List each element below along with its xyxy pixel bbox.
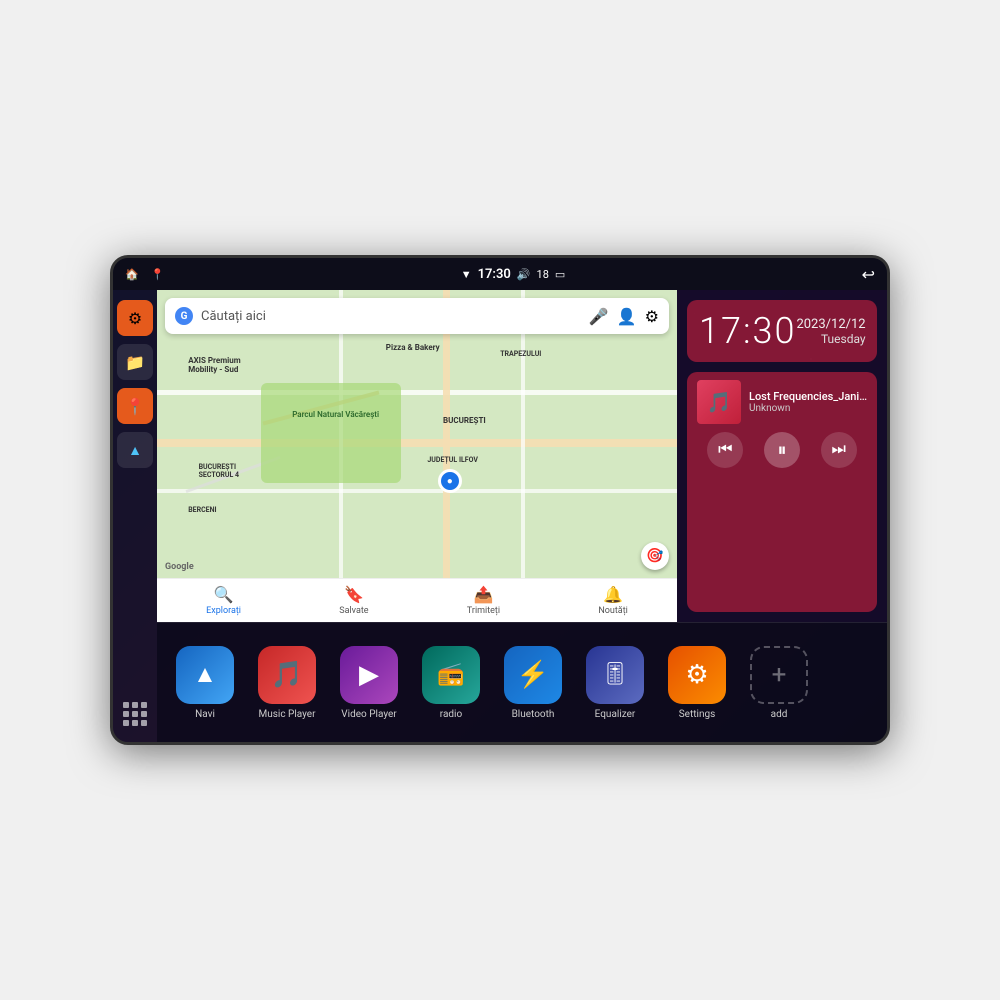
map-tab-send[interactable]: 📤 Trimiteți [467,585,500,616]
equalizer-label: Equalizer [595,709,636,720]
navi-icon-bg: ▲ [176,646,234,704]
video-player-icon-bg: ▶ [340,646,398,704]
grid-dots-icon [123,702,147,726]
explore-icon: 🔍 [214,585,234,604]
folder-icon: 📁 [125,353,145,372]
clock-widget: 17:30 2023/12/12 Tuesday [687,300,877,362]
map-tab-news-label: Noutăți [598,606,628,616]
map-visual: AXIS PremiumMobility - Sud Pizza & Baker… [157,290,677,622]
map-tab-saved-label: Salvate [339,606,368,616]
car-head-unit: 🏠 📍 ▼ 17:30 🔊 18 ▭ ↩ ⚙ [110,255,890,745]
music-controls: ⏮ ⏸ ⏭ [697,432,867,468]
app-video-player[interactable]: ▶ Video Player [331,646,407,720]
music-widget: 🎵 Lost Frequencies_Janie... Unknown ⏮ ⏸ … [687,372,877,612]
music-title: Lost Frequencies_Janie... [749,390,867,403]
music-player-icon-bg: 🎵 [258,646,316,704]
clock-time: 17:30 [699,310,796,352]
settings-label: Settings [679,709,716,720]
music-player-icon: 🎵 [271,660,303,690]
sidebar-item-navi[interactable]: ▲ [117,432,153,468]
sidebar-item-maps[interactable]: 📍 [117,388,153,424]
add-icon-bg: + [750,646,808,704]
equalizer-icon: 🎚 [601,662,629,687]
radio-label: radio [440,709,462,720]
map-tab-send-label: Trimiteți [467,606,500,616]
radio-icon-bg: 📻 [422,646,480,704]
volume-icon: 🔊 [517,268,531,281]
clock-date-day: Tuesday [796,332,865,346]
music-meta: Lost Frequencies_Janie... Unknown [749,390,867,414]
map-tab-saved[interactable]: 🔖 Salvate [339,585,368,616]
bluetooth-icon-bg: ⚡ [504,646,562,704]
map-tab-news[interactable]: 🔔 Noutăți [598,585,628,616]
left-sidebar: ⚙ 📁 📍 ▲ [113,290,157,742]
main-screen: ⚙ 📁 📍 ▲ [113,290,887,742]
app-bluetooth[interactable]: ⚡ Bluetooth [495,646,571,720]
map-container[interactable]: AXIS PremiumMobility - Sud Pizza & Baker… [157,290,677,622]
sidebar-item-files[interactable]: 📁 [117,344,153,380]
add-icon: + [772,660,787,690]
send-icon: 📤 [474,585,494,604]
sidebar-item-settings[interactable]: ⚙ [117,300,153,336]
map-search-bar[interactable]: G Căutați aici 🎤 👤 ⚙ [165,298,669,334]
saved-icon: 🔖 [344,585,364,604]
map-tab-explore-label: Explorați [206,606,241,616]
nav-icon: ▲ [128,442,142,459]
video-player-icon: ▶ [359,660,379,690]
next-button[interactable]: ⏭ [821,432,857,468]
radio-icon: 📻 [437,662,464,687]
back-icon[interactable]: ↩ [862,265,875,284]
map-bottom-tabs: 🔍 Explorați 🔖 Salvate 📤 Trimiteți � [157,578,677,622]
settings-icon: ⚙ [685,660,708,690]
pause-button[interactable]: ⏸ [764,432,800,468]
settings-icon-bg: ⚙ [668,646,726,704]
status-center: ▼ 17:30 🔊 18 ▭ [461,267,566,282]
home-icon[interactable]: 🏠 [125,268,139,281]
map-search-input[interactable]: Căutați aici [201,309,581,324]
music-info: 🎵 Lost Frequencies_Janie... Unknown [697,380,867,424]
app-equalizer[interactable]: 🎚 Equalizer [577,646,653,720]
prev-button[interactable]: ⏮ [707,432,743,468]
gear-icon: ⚙ [128,309,142,328]
album-art-icon: 🎵 [707,390,732,414]
video-player-label: Video Player [341,709,396,720]
status-time: 17:30 [478,267,511,282]
app-radio[interactable]: 📻 radio [413,646,489,720]
bluetooth-icon: ⚡ [517,660,549,690]
music-player-label: Music Player [258,709,315,720]
map-account-icon[interactable]: 👤 [617,307,637,326]
app-navi[interactable]: ▲ Navi [167,646,243,720]
maps-logo: G [175,307,193,325]
navi-icon: ▲ [193,660,217,689]
status-left-icons: 🏠 📍 [125,268,164,281]
maps-icon[interactable]: 📍 [151,268,165,281]
bluetooth-label: Bluetooth [512,709,555,720]
navi-label: Navi [195,709,215,720]
add-label: add [771,709,788,720]
app-grid: ▲ Navi 🎵 Music Player ▶ Video Player [157,622,887,742]
map-voice-icon[interactable]: 🎤 [589,307,609,326]
content-area: AXIS PremiumMobility - Sud Pizza & Baker… [157,290,887,742]
top-row: AXIS PremiumMobility - Sud Pizza & Baker… [157,290,887,622]
app-music-player[interactable]: 🎵 Music Player [249,646,325,720]
info-panel: 17:30 2023/12/12 Tuesday 🎵 [677,290,887,622]
map-tab-explore[interactable]: 🔍 Explorați [206,585,241,616]
clock-date: 2023/12/12 Tuesday [796,317,865,346]
battery-icon: ▭ [555,268,565,281]
battery-level: 18 [537,268,549,281]
signal-icon: ▼ [461,268,472,281]
location-icon: 📍 [125,397,145,416]
app-settings[interactable]: ⚙ Settings [659,646,735,720]
clock-date-main: 2023/12/12 [796,317,865,332]
map-menu-icon[interactable]: ⚙ [645,307,659,326]
app-add[interactable]: + add [741,646,817,720]
music-artist: Unknown [749,403,867,414]
album-art: 🎵 [697,380,741,424]
equalizer-icon-bg: 🎚 [586,646,644,704]
status-right: ↩ [862,265,875,284]
status-bar: 🏠 📍 ▼ 17:30 🔊 18 ▭ ↩ [113,258,887,290]
news-icon: 🔔 [603,585,623,604]
sidebar-item-apps[interactable] [117,696,153,732]
